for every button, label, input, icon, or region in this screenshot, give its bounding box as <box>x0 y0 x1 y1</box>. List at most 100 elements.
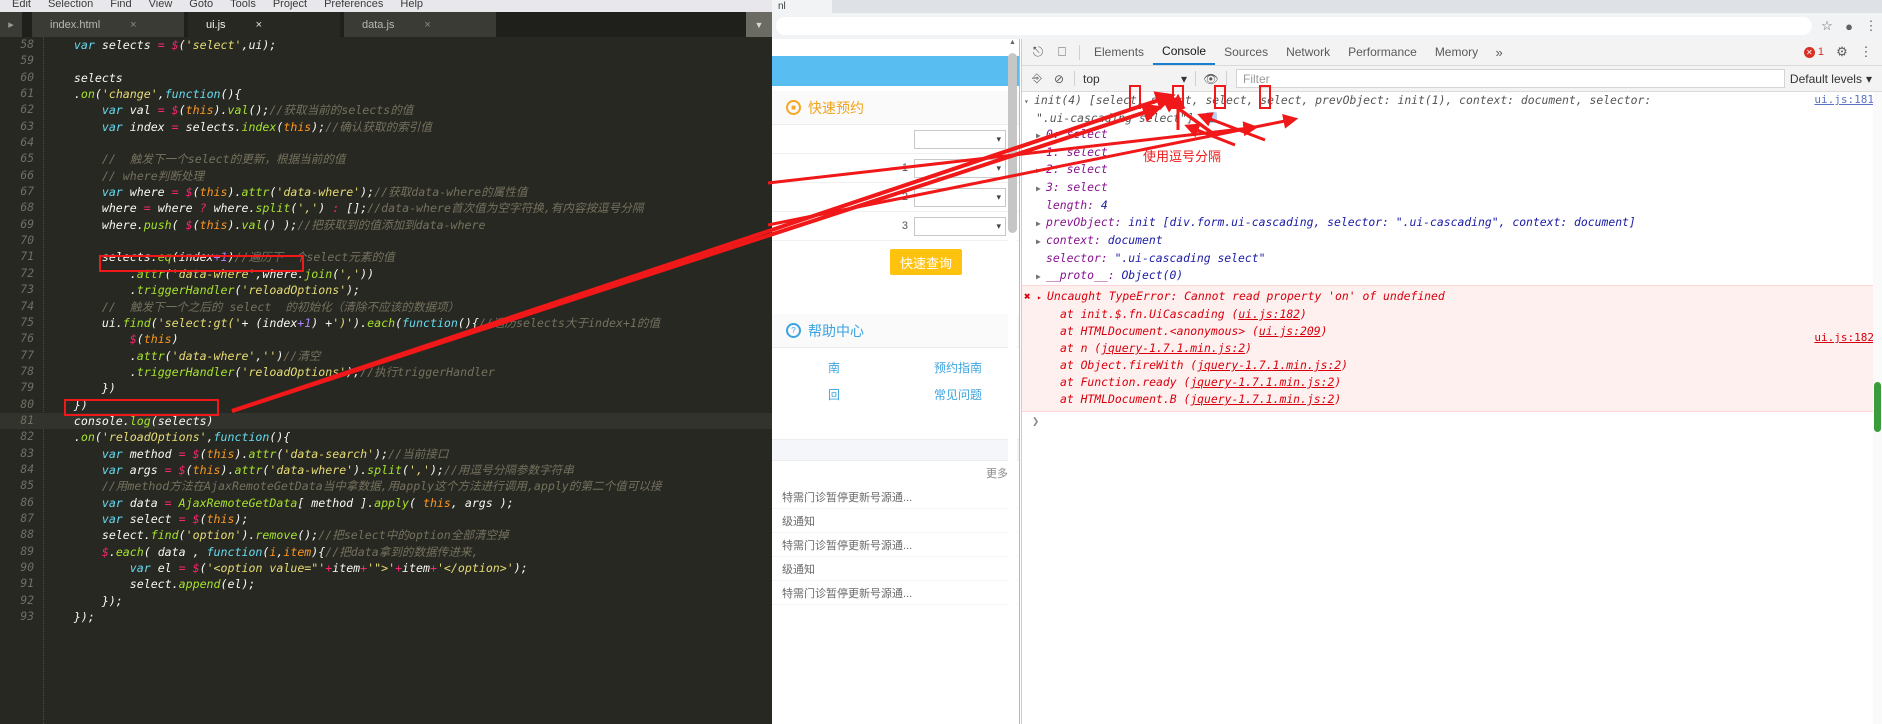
console-filter-input[interactable]: Filter <box>1236 69 1785 88</box>
expand-triangle-icon[interactable]: ▸ <box>1037 289 1047 306</box>
console-output[interactable]: ui.js:181 ▾ init(4) [select, select, sele… <box>1022 92 1882 724</box>
tab-memory[interactable]: Memory <box>1426 39 1487 65</box>
code-line[interactable]: 61 .on('change',function(){ <box>0 86 772 102</box>
code-line[interactable]: 78 .triggerHandler('reloadOptions');//执行… <box>0 364 772 380</box>
quick-search-button[interactable]: 快速查询 <box>890 249 962 275</box>
expand-triangle-icon[interactable]: ▾ <box>1024 93 1034 110</box>
code-line[interactable]: 62 var val = $(this).val();//获取当前的select… <box>0 102 772 118</box>
code-line[interactable]: 92 }); <box>0 593 772 609</box>
address-bar[interactable] <box>776 17 1812 35</box>
code-line[interactable]: 68 where = where ? where.split(',') : []… <box>0 200 772 216</box>
booking-select-2[interactable]: ▾ <box>914 187 1006 207</box>
tab-elements[interactable]: Elements <box>1085 39 1153 65</box>
code-line[interactable]: 88 select.find('option').remove();//把sel… <box>0 527 772 543</box>
news-item[interactable]: 特需门诊暂停更新号源通... <box>772 581 1019 605</box>
code-line[interactable]: 73 .triggerHandler('reloadOptions'); <box>0 282 772 298</box>
tab-console[interactable]: Console <box>1153 39 1216 65</box>
console-tree-row[interactable]: ▶ context: document <box>1022 232 1882 250</box>
code-line[interactable]: 79 }) <box>0 380 772 396</box>
stack-frame-link[interactable]: ui.js:209 <box>1259 324 1321 338</box>
close-icon[interactable]: × <box>424 19 430 31</box>
tab-sources[interactable]: Sources <box>1215 39 1277 65</box>
code-line[interactable]: 59 <box>0 53 772 69</box>
inspect-icon[interactable]: ⎋ <box>1026 40 1050 64</box>
clear-console-icon[interactable]: ⊘ <box>1048 68 1070 90</box>
code-line[interactable]: 74 // 触发下一个之后的 select 的初始化（清除不应该的数据项） <box>0 299 772 315</box>
news-more-link[interactable]: 更多 <box>772 461 1019 485</box>
editor-menubar[interactable]: Edit Selection Find View Goto Tools Proj… <box>0 0 772 12</box>
stack-frame-link[interactable]: jquery-1.7.1.min.js:2 <box>1190 375 1334 389</box>
code-line[interactable]: 65 // 触发下一个select的更新，根据当前的值 <box>0 151 772 167</box>
expand-triangle-icon[interactable]: ▶ <box>1036 162 1046 179</box>
news-item[interactable]: 特需门诊暂停更新号源通... <box>772 533 1019 557</box>
menu-item-goto[interactable]: Goto <box>189 0 213 10</box>
code-line[interactable]: 63 var index = selects.index(this);//确认获… <box>0 119 772 135</box>
menu-item-view[interactable]: View <box>149 0 173 10</box>
news-item[interactable]: 特需门诊暂停更新号源通... <box>772 485 1019 509</box>
console-tree-row[interactable]: selector: ".ui-cascading select" <box>1022 250 1882 267</box>
help-link-1[interactable]: 南 <box>772 354 896 381</box>
news-item[interactable]: 级通知 <box>772 557 1019 581</box>
console-scrollbar[interactable] <box>1873 92 1882 724</box>
code-line[interactable]: 83 var method = $(this).attr('data-searc… <box>0 446 772 462</box>
chevron-right-icon[interactable]: ▸ <box>0 12 22 37</box>
browser-tab[interactable]: nl <box>772 0 832 13</box>
menu-item-find[interactable]: Find <box>110 0 131 10</box>
console-tree-row[interactable]: length: 4 <box>1022 197 1882 214</box>
console-log-entry[interactable]: ui.js:181 ▾ init(4) [select, select, sele… <box>1022 92 1882 126</box>
stack-frame-link[interactable]: ui.js:182 <box>1238 307 1300 321</box>
more-vertical-icon[interactable]: ⋮ <box>1860 15 1882 37</box>
menu-item-help[interactable]: Help <box>400 0 423 10</box>
booking-select-row[interactable]: ▾ <box>772 125 1019 154</box>
console-tree-row[interactable]: ▶ __proto__: Object(0) <box>1022 267 1882 285</box>
console-tree-row[interactable]: ▶ prevObject: init [div.form.ui-cascading… <box>1022 214 1882 232</box>
console-prompt[interactable]: ❯ <box>1022 412 1882 430</box>
gear-icon[interactable]: ⚙ <box>1830 40 1854 64</box>
chevron-double-right-icon[interactable]: » <box>1487 40 1511 64</box>
code-line[interactable]: 75 ui.find('select:gt('+ (index+1) +')')… <box>0 315 772 331</box>
code-line[interactable]: 86 var data = AjaxRemoteGetData[ method … <box>0 495 772 511</box>
booking-select-row[interactable]: 2 ▾ <box>772 183 1019 212</box>
code-line[interactable]: 60 selects <box>0 70 772 86</box>
stack-frame-link[interactable]: jquery-1.7.1.min.js:2 <box>1197 358 1341 372</box>
scroll-up-icon[interactable]: ▲ <box>1008 39 1017 49</box>
editor-tab-data-js[interactable]: data.js × <box>344 12 496 37</box>
info-badge-icon[interactable]: i <box>1205 112 1217 125</box>
expand-triangle-icon[interactable]: ▶ <box>1036 268 1046 285</box>
help-link-2[interactable]: 预约指南 <box>896 354 1019 381</box>
editor-tab-ui-js[interactable]: ui.js × <box>188 12 340 37</box>
menu-item-preferences[interactable]: Preferences <box>324 0 383 10</box>
menu-item-tools[interactable]: Tools <box>230 0 256 10</box>
stack-frame-link[interactable]: jquery-1.7.1.min.js:2 <box>1190 392 1334 406</box>
code-line[interactable]: 66 // where判断处理 <box>0 168 772 184</box>
expand-triangle-icon[interactable]: ▶ <box>1036 127 1046 144</box>
menu-item-selection[interactable]: Selection <box>48 0 93 10</box>
code-line[interactable]: 91 select.append(el); <box>0 576 772 592</box>
console-scroll-thumb[interactable] <box>1874 382 1881 432</box>
console-tree-row[interactable]: ▶ 3: select <box>1022 179 1882 197</box>
expand-triangle-icon[interactable]: ▶ <box>1036 180 1046 197</box>
log-levels-select[interactable]: Default levels ▾ <box>1790 69 1878 88</box>
tab-performance[interactable]: Performance <box>1339 39 1426 65</box>
booking-select-row[interactable]: 3 ▾ <box>772 212 1019 241</box>
console-tree-row[interactable]: ▶ 0: select <box>1022 126 1882 144</box>
code-line[interactable]: 76 $(this) <box>0 331 772 347</box>
page-scroll-thumb[interactable] <box>1008 53 1017 233</box>
help-link-4[interactable]: 常见问题 <box>896 381 1019 408</box>
booking-select-0[interactable]: ▾ <box>914 129 1006 149</box>
code-line[interactable]: 67 var where = $(this).attr('data-where'… <box>0 184 772 200</box>
code-line[interactable]: 58 var selects = $('select',ui); <box>0 37 772 53</box>
booking-select-3[interactable]: ▾ <box>914 216 1006 236</box>
menu-item-edit[interactable]: Edit <box>12 0 31 10</box>
code-line[interactable]: 90 var el = $('<option value="'+item+'">… <box>0 560 772 576</box>
code-area[interactable]: 58 var selects = $('select',ui); 59 60 sel… <box>0 37 772 724</box>
code-line[interactable]: 82 .on('reloadOptions',function(){ <box>0 429 772 445</box>
console-error-entry[interactable]: ui.js:182 ✖ ▸ Uncaught TypeError: Cannot r… <box>1022 285 1882 412</box>
code-line[interactable]: 84 var args = $(this).attr('data-where')… <box>0 462 772 478</box>
code-line[interactable]: 64 <box>0 135 772 151</box>
code-line[interactable]: 70 <box>0 233 772 249</box>
close-icon[interactable]: × <box>130 19 136 31</box>
error-count-badge[interactable]: ✕ 1 <box>1798 46 1830 58</box>
console-sidebar-icon[interactable]: ⎆ <box>1026 68 1048 90</box>
booking-select-1[interactable]: ▾ <box>914 158 1006 178</box>
